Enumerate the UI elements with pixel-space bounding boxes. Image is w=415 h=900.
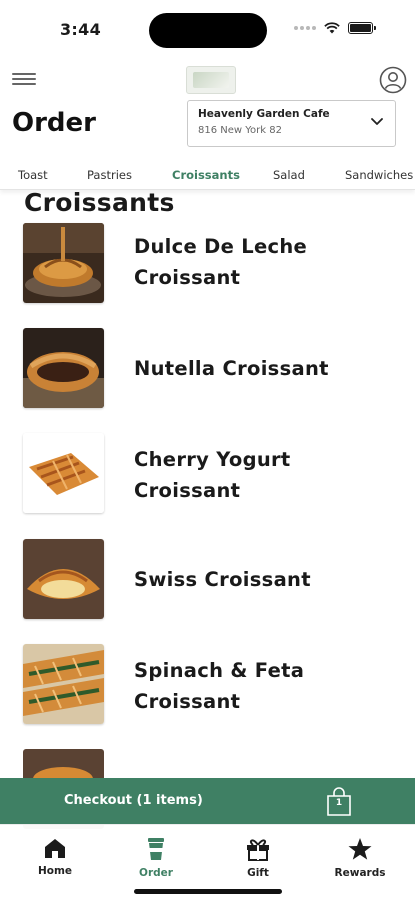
product-item[interactable]: Nutella Croissant: [0, 327, 415, 411]
status-bar: 3:44: [0, 0, 415, 60]
cup-icon: [148, 838, 164, 860]
tab-pastries[interactable]: Pastries: [87, 168, 132, 182]
nav-rewards[interactable]: Rewards: [325, 837, 395, 879]
gift-icon: [247, 839, 269, 861]
page-title: Order: [12, 108, 96, 138]
profile-icon[interactable]: [379, 66, 407, 94]
spinach-feta-croissant-image: [23, 644, 104, 724]
product-item[interactable]: Swiss Croissant: [0, 538, 415, 622]
chevron-down-icon: [371, 118, 383, 125]
status-time: 3:44: [60, 20, 101, 39]
nav-label-gift: Gift: [247, 867, 269, 879]
category-tabs: Toast Pastries Croissants Salad Sandwich…: [0, 162, 415, 190]
store-name: Heavenly Garden Cafe: [198, 108, 330, 120]
nav-label-home: Home: [37, 865, 73, 877]
swiss-croissant-image: [23, 539, 104, 619]
home-icon: [45, 839, 65, 858]
product-item[interactable]: Dulce De Leche Croissant: [0, 222, 415, 306]
cart-count-badge: 1: [335, 798, 343, 808]
nav-order[interactable]: Order: [121, 837, 191, 879]
product-name: Spinach & Feta Croissant: [134, 659, 305, 713]
tab-sandwiches[interactable]: Sandwiches: [345, 168, 413, 182]
shopping-bag-icon: 1: [325, 787, 353, 817]
battery-icon: [348, 22, 376, 34]
checkout-button[interactable]: Checkout (1 items) 1: [0, 778, 415, 824]
nav-home[interactable]: Home: [20, 837, 90, 877]
nav-label-order: Order: [139, 867, 173, 879]
product-item[interactable]: Spinach & Feta Croissant: [0, 643, 415, 727]
store-selector[interactable]: Heavenly Garden Cafe 816 New York 82: [187, 100, 396, 147]
wifi-icon: [324, 22, 340, 34]
tab-croissants[interactable]: Croissants: [172, 168, 240, 182]
product-name: Dulce De Leche Croissant: [134, 235, 308, 289]
cellular-signal-icon: [294, 26, 316, 30]
section-title: Croissants: [24, 188, 175, 217]
product-item[interactable]: Cherry Yogurt Croissant: [0, 432, 415, 516]
dynamic-island: [149, 13, 267, 48]
dulce-de-leche-croissant-image: [23, 223, 104, 303]
nutella-croissant-image: [23, 328, 104, 408]
tab-salad[interactable]: Salad: [273, 168, 305, 182]
tab-toast[interactable]: Toast: [18, 168, 48, 182]
star-icon: [348, 838, 372, 860]
hamburger-menu-icon[interactable]: [12, 70, 36, 90]
product-name: Swiss Croissant: [134, 568, 311, 591]
cherry-yogurt-croissant-image: [23, 433, 104, 513]
nav-gift[interactable]: Gift: [223, 837, 293, 879]
nav-label-rewards: Rewards: [334, 867, 386, 879]
checkout-label: Checkout (1 items): [64, 793, 203, 808]
home-indicator[interactable]: [134, 889, 282, 894]
store-address: 816 New York 82: [198, 125, 282, 136]
product-name: Nutella Croissant: [134, 357, 329, 380]
cafe-logo: [186, 66, 236, 94]
status-icons: [294, 22, 376, 34]
product-name: Cherry Yogurt Croissant: [134, 448, 291, 502]
